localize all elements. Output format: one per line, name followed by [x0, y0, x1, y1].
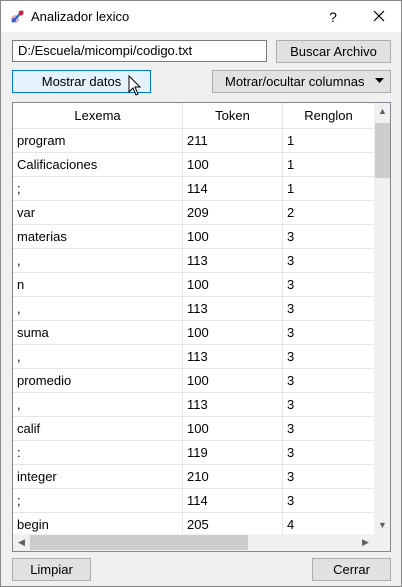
table-row[interactable]: integer 210 3 [13, 465, 375, 489]
table-row[interactable]: promedio 100 3 [13, 369, 375, 393]
cell-renglon: 3 [283, 249, 375, 272]
cell-token: 114 [183, 177, 283, 200]
cell-lexema: , [13, 345, 183, 368]
table-row[interactable]: , 113 3 [13, 249, 375, 273]
cell-token: 205 [183, 513, 283, 536]
cell-renglon: 3 [283, 225, 375, 248]
cell-renglon: 4 [283, 513, 375, 536]
cell-renglon: 3 [283, 345, 375, 368]
cell-token: 211 [183, 129, 283, 152]
column-header-token[interactable]: Token [183, 103, 283, 128]
table-row[interactable]: var 209 2 [13, 201, 375, 225]
table-row[interactable]: calif 100 3 [13, 417, 375, 441]
table-body: program 211 1 Calificaciones 100 1; 114 1 var 209… [13, 129, 375, 537]
cell-renglon: 3 [283, 297, 375, 320]
cell-token: 113 [183, 345, 283, 368]
table-header: Lexema Token Renglon [13, 103, 375, 129]
horizontal-scroll-thumb[interactable] [30, 535, 248, 550]
cell-lexema: ; [13, 489, 183, 512]
file-path-input[interactable]: D:/Escuela/micompi/codigo.txt [12, 40, 267, 62]
close-icon[interactable] [361, 5, 397, 29]
cell-lexema: n [13, 273, 183, 296]
table-row[interactable]: Calificaciones 100 1 [13, 153, 375, 177]
help-button[interactable]: ? [319, 5, 347, 29]
toggle-columns-label: Motrar/ocultar columnas [225, 74, 365, 89]
table-row[interactable]: materias 100 3 [13, 225, 375, 249]
title-bar: Analizador lexico ? [1, 1, 401, 32]
chevron-down-icon [375, 78, 384, 83]
cell-renglon: 3 [283, 489, 375, 512]
table-row[interactable]: ; 114 3 [13, 489, 375, 513]
cell-token: 209 [183, 201, 283, 224]
scrollbar-corner [374, 534, 390, 551]
horizontal-scrollbar[interactable]: ◀ ▶ [13, 534, 374, 551]
clear-button[interactable]: Limpiar [12, 558, 91, 581]
close-button[interactable]: Cerrar [312, 558, 391, 581]
table-row[interactable]: , 113 3 [13, 297, 375, 321]
table-row[interactable]: suma 100 3 [13, 321, 375, 345]
cell-renglon: 2 [283, 201, 375, 224]
toggle-columns-dropdown[interactable]: Motrar/ocultar columnas [212, 70, 391, 93]
tokens-table: Lexema Token Renglon program 211 1 Califica… [12, 102, 391, 552]
window-title: Analizador lexico [31, 9, 130, 24]
cell-renglon: 3 [283, 273, 375, 296]
scroll-up-icon[interactable]: ▲ [374, 103, 390, 120]
cell-token: 113 [183, 249, 283, 272]
table-row[interactable]: , 113 3 [13, 345, 375, 369]
cell-token: 100 [183, 225, 283, 248]
cell-renglon: 3 [283, 369, 375, 392]
app-logo-icon [11, 10, 24, 23]
cell-lexema: , [13, 249, 183, 272]
mouse-cursor-icon [128, 75, 142, 96]
table-row[interactable]: , 113 3 [13, 393, 375, 417]
cell-token: 113 [183, 297, 283, 320]
cell-renglon: 1 [283, 129, 375, 152]
scroll-down-icon[interactable]: ▼ [374, 517, 390, 534]
cell-token: 113 [183, 393, 283, 416]
cell-lexema: suma [13, 321, 183, 344]
cell-renglon: 1 [283, 153, 375, 176]
table-row[interactable]: :119 3 [13, 441, 375, 465]
cell-lexema: calif [13, 417, 183, 440]
column-header-renglon[interactable]: Renglon [283, 103, 375, 128]
browse-file-button[interactable]: Buscar Archivo [276, 40, 391, 63]
scroll-left-icon[interactable]: ◀ [13, 534, 30, 551]
cell-token: 210 [183, 465, 283, 488]
cell-lexema: Calificaciones [13, 153, 183, 176]
cell-renglon: 3 [283, 321, 375, 344]
cell-renglon: 3 [283, 465, 375, 488]
cell-lexema: ; [13, 177, 183, 200]
cell-lexema: , [13, 297, 183, 320]
cell-lexema: integer [13, 465, 183, 488]
table-row[interactable]: n 100 3 [13, 273, 375, 297]
cell-renglon: 3 [283, 393, 375, 416]
vertical-scrollbar[interactable]: ▲ ▼ [374, 103, 390, 534]
table-row[interactable]: program 211 1 [13, 129, 375, 153]
cell-lexema: , [13, 393, 183, 416]
cell-token: 114 [183, 489, 283, 512]
cell-lexema: var [13, 201, 183, 224]
cell-token: 100 [183, 273, 283, 296]
table-row[interactable]: ; 114 1 [13, 177, 375, 201]
cell-lexema: materias [13, 225, 183, 248]
cell-lexema: program [13, 129, 183, 152]
cell-lexema: promedio [13, 369, 183, 392]
main-window: Analizador lexico ? D:/Escuela/micompi/c… [0, 0, 402, 587]
cell-token: 119 [183, 441, 283, 464]
cell-lexema: : [13, 441, 183, 464]
cell-token: 100 [183, 153, 283, 176]
cell-lexema: begin [13, 513, 183, 536]
cell-token: 100 [183, 417, 283, 440]
cell-renglon: 3 [283, 417, 375, 440]
vertical-scroll-thumb[interactable] [375, 123, 390, 178]
cell-token: 100 [183, 321, 283, 344]
cell-renglon: 1 [283, 177, 375, 200]
cell-renglon: 3 [283, 441, 375, 464]
cell-token: 100 [183, 369, 283, 392]
scroll-right-icon[interactable]: ▶ [357, 534, 374, 551]
column-header-lexema[interactable]: Lexema [13, 103, 183, 128]
